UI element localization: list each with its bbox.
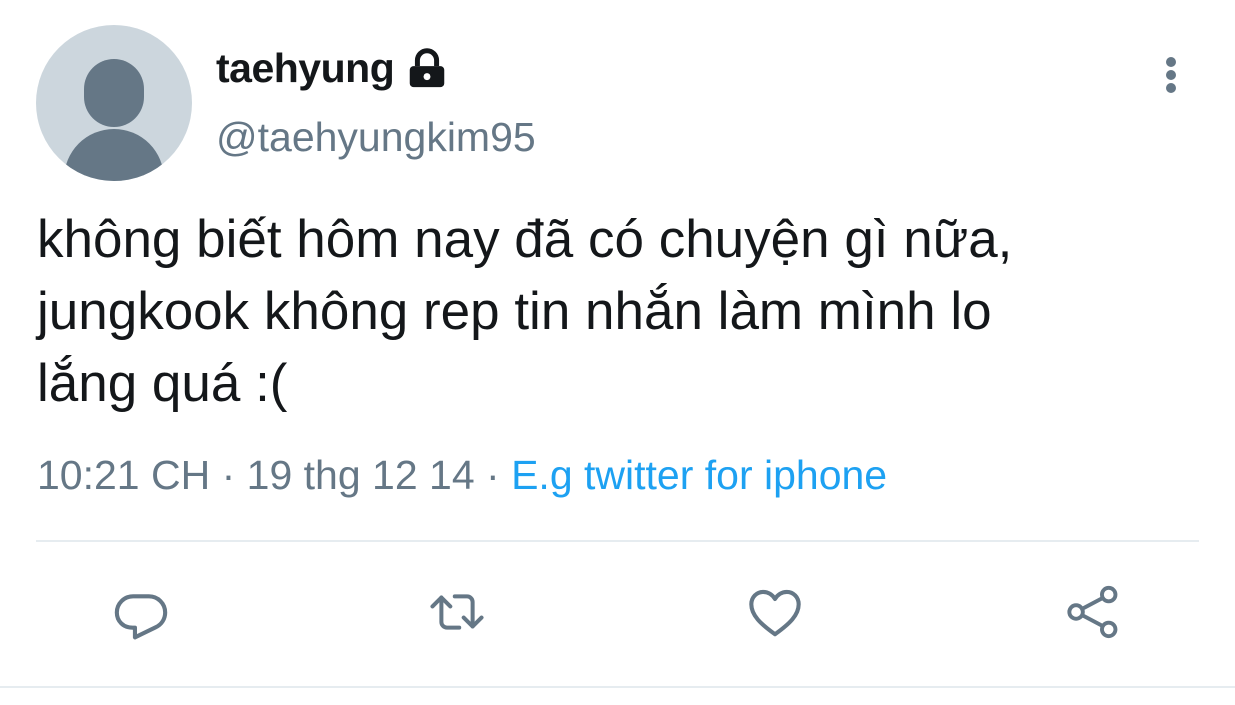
lock-icon (404, 45, 450, 91)
meta-separator: · (210, 452, 247, 498)
more-dot (1166, 70, 1176, 80)
meta-separator: · (474, 452, 512, 498)
like-button[interactable] (746, 583, 804, 641)
tweet-source-link[interactable]: E.g twitter for iphone (511, 452, 887, 498)
share-icon (1067, 585, 1118, 639)
tweet-meta: 10:21 CH · 19 thg 12 14 · E.g twitter fo… (37, 452, 887, 499)
tweet-time: 10:21 CH (37, 452, 211, 498)
author-name-row: taehyung (216, 42, 450, 94)
divider (36, 540, 1199, 542)
display-name[interactable]: taehyung (216, 45, 395, 92)
reply-icon (114, 594, 168, 640)
more-dot (1166, 83, 1176, 93)
tweet-date: 19 thg 12 14 (246, 452, 475, 498)
avatar[interactable] (36, 25, 192, 181)
heart-icon (749, 589, 801, 637)
more-vertical-icon[interactable] (1158, 53, 1184, 97)
user-handle[interactable]: @taehyungkim95 (216, 114, 536, 161)
retweet-button[interactable] (428, 583, 486, 641)
tweet-text: không biết hôm nay đã có chuyện gì nữa, … (37, 210, 1013, 413)
avatar-head-shape (84, 59, 144, 127)
reply-button[interactable] (112, 583, 170, 641)
bottom-divider (0, 686, 1235, 688)
more-dot (1166, 57, 1176, 67)
avatar-body-shape (64, 129, 164, 181)
retweet-icon (430, 594, 484, 630)
share-button[interactable] (1064, 583, 1122, 641)
